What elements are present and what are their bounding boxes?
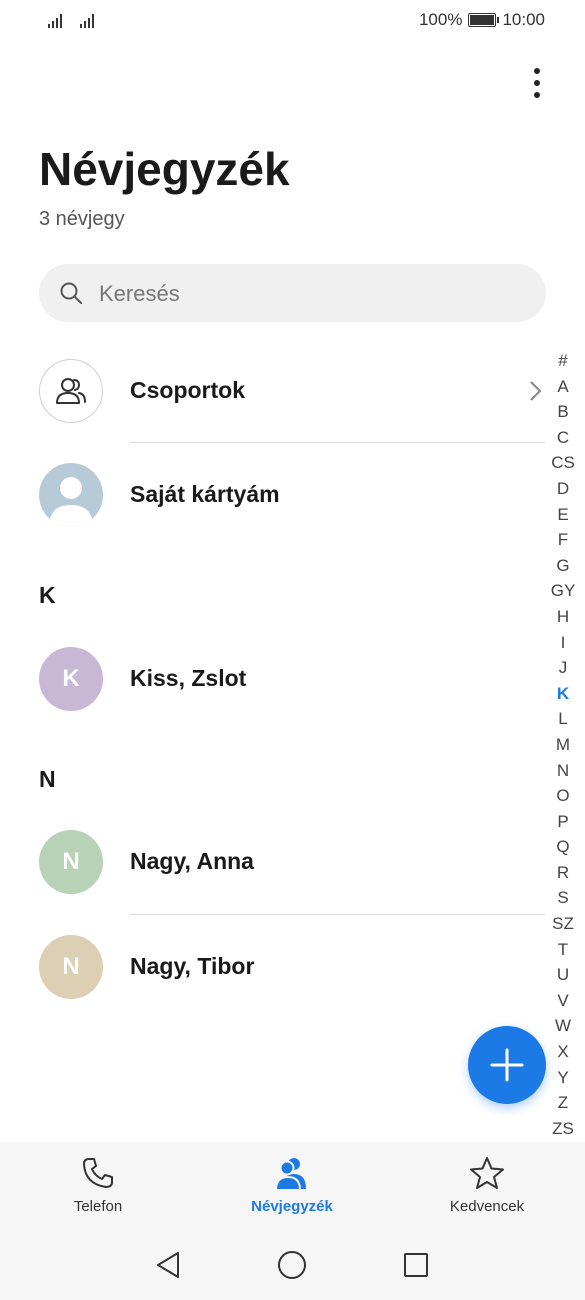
index-letter[interactable]: A xyxy=(550,374,576,400)
contacts-icon xyxy=(274,1158,306,1190)
bottom-bar: Telefon Névjegyzék Kedvencek xyxy=(0,1142,585,1300)
contact-name: Nagy, Anna xyxy=(130,848,254,874)
signal-icon xyxy=(80,12,98,28)
index-letter[interactable]: L xyxy=(550,706,576,732)
home-circle-icon[interactable] xyxy=(277,1250,307,1280)
contact-row[interactable]: N Nagy, Tibor xyxy=(0,915,545,1019)
section-header-k: K xyxy=(39,582,56,608)
avatar: K xyxy=(39,647,103,711)
avatar: N xyxy=(39,830,103,894)
back-triangle-icon[interactable] xyxy=(154,1250,182,1280)
index-letter[interactable]: Z xyxy=(550,1090,576,1116)
index-letter[interactable]: I xyxy=(550,630,576,656)
tab-label: Telefon xyxy=(73,1198,123,1215)
search-bar[interactable] xyxy=(39,264,546,324)
index-letter[interactable]: O xyxy=(550,783,576,809)
contact-name: Nagy, Tibor xyxy=(130,953,255,979)
index-letter[interactable]: F xyxy=(550,527,576,553)
index-letter[interactable]: B xyxy=(550,399,576,425)
more-vertical-icon[interactable] xyxy=(525,68,549,104)
index-letter[interactable]: X xyxy=(550,1039,576,1065)
tab-label: Kedvencek xyxy=(449,1198,525,1215)
chevron-right-icon xyxy=(530,381,542,401)
index-letter[interactable]: G xyxy=(550,553,576,579)
avatar: N xyxy=(39,935,103,999)
tab-favorites[interactable]: Kedvencek xyxy=(407,1156,567,1226)
signal-icon xyxy=(48,12,66,28)
index-letter[interactable]: GY xyxy=(550,578,576,604)
phone-icon xyxy=(83,1158,113,1188)
index-letter[interactable]: N xyxy=(550,758,576,784)
index-letter[interactable]: H xyxy=(550,604,576,630)
contact-count: 3 névjegy xyxy=(39,208,125,230)
groups-label: Csoportok xyxy=(130,377,245,403)
index-letter[interactable]: S xyxy=(550,885,576,911)
alphabet-index[interactable]: # A B C CS D E F G GY H I J K L M N O P Q R S SZ T U V W X Y Z ZS xyxy=(550,348,576,1141)
battery-percent: 100% xyxy=(418,10,463,29)
plus-icon xyxy=(490,1048,524,1082)
index-letter[interactable]: ZS xyxy=(550,1116,576,1142)
index-letter[interactable]: CS xyxy=(550,450,576,476)
index-letter[interactable]: M xyxy=(550,732,576,758)
contact-row[interactable]: K Kiss, Zslot xyxy=(0,627,545,731)
system-nav-bar xyxy=(0,1236,585,1296)
section-header-n: N xyxy=(39,766,56,792)
index-letter[interactable]: SZ xyxy=(550,911,576,937)
my-card-row[interactable]: Saját kártyám xyxy=(0,443,545,547)
index-letter[interactable]: C xyxy=(550,425,576,451)
index-letter[interactable]: J xyxy=(550,655,576,681)
tab-phone[interactable]: Telefon xyxy=(18,1156,178,1226)
status-bar: 100% 10:00 xyxy=(0,0,585,40)
people-icon xyxy=(39,359,103,423)
index-letter[interactable]: R xyxy=(550,860,576,886)
add-contact-button[interactable] xyxy=(468,1026,546,1104)
contact-name: Kiss, Zslot xyxy=(130,665,247,691)
index-letter[interactable]: Q xyxy=(550,834,576,860)
index-letter[interactable]: P xyxy=(550,809,576,835)
contact-row[interactable]: N Nagy, Anna xyxy=(0,810,545,914)
search-input[interactable] xyxy=(97,264,521,324)
person-placeholder-icon xyxy=(39,463,103,527)
my-card-label: Saját kártyám xyxy=(130,481,280,507)
groups-row[interactable]: Csoportok xyxy=(0,339,545,443)
index-letter[interactable]: U xyxy=(550,962,576,988)
index-letter[interactable]: D xyxy=(550,476,576,502)
index-letter[interactable]: V xyxy=(550,988,576,1014)
index-letter[interactable]: T xyxy=(550,937,576,963)
recents-square-icon[interactable] xyxy=(402,1250,430,1280)
page-title: Névjegyzék xyxy=(39,143,290,195)
index-letter[interactable]: Y xyxy=(550,1065,576,1091)
battery-icon xyxy=(468,13,500,27)
search-icon xyxy=(60,282,82,304)
index-letter[interactable]: W xyxy=(550,1013,576,1039)
index-letter[interactable]: K xyxy=(550,681,576,707)
tab-contacts[interactable]: Névjegyzék xyxy=(212,1156,372,1226)
index-letter[interactable]: # xyxy=(550,348,576,374)
star-icon xyxy=(470,1157,504,1189)
tab-label: Névjegyzék xyxy=(251,1198,333,1215)
index-letter[interactable]: E xyxy=(550,502,576,528)
clock: 10:00 xyxy=(502,10,545,29)
